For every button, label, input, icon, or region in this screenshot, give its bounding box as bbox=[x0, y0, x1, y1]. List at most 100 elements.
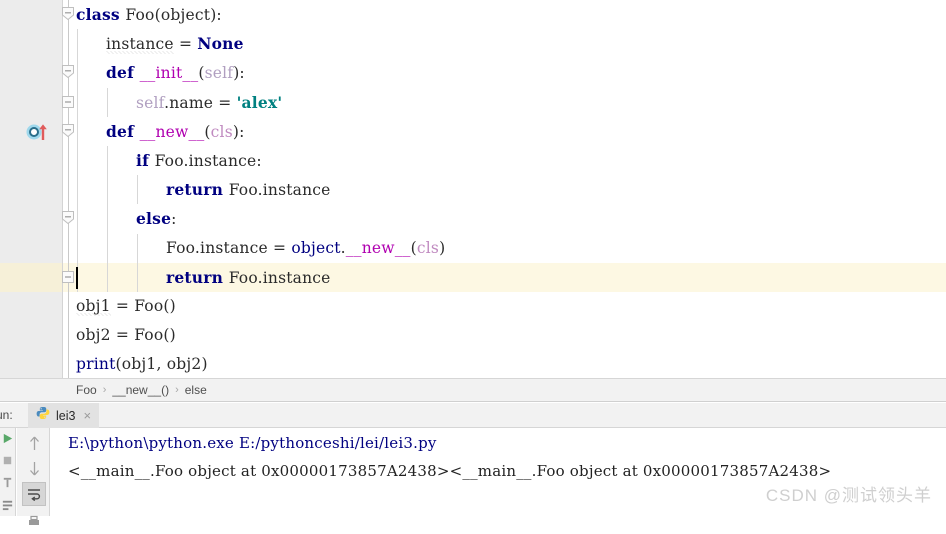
code-text[interactable]: return Foo.instance bbox=[166, 175, 331, 205]
editor-gutter[interactable] bbox=[0, 292, 62, 321]
code-text[interactable]: else: bbox=[136, 204, 177, 234]
code-token: () bbox=[163, 297, 176, 315]
code-line[interactable]: 78instance = None bbox=[0, 29, 946, 58]
soft-wrap-button[interactable] bbox=[22, 482, 46, 506]
code-token: instance bbox=[263, 269, 331, 287]
code-fold-toggle-icon[interactable] bbox=[61, 6, 77, 21]
scroll-up-button[interactable] bbox=[22, 431, 46, 455]
stop-icon[interactable] bbox=[1, 454, 15, 468]
console-toolbar bbox=[17, 428, 50, 516]
indent-guide bbox=[107, 88, 108, 117]
code-token: class bbox=[76, 5, 125, 24]
breadcrumb[interactable]: Foo›__new__()›else bbox=[0, 378, 946, 402]
scroll-down-button[interactable] bbox=[22, 456, 46, 480]
code-token: object bbox=[291, 239, 340, 257]
code-text[interactable]: return Foo.instance bbox=[166, 263, 331, 293]
code-line[interactable]: 85Foo.instance = object.__new__(cls) bbox=[0, 234, 946, 263]
fold-rail bbox=[68, 234, 69, 263]
code-token: instance bbox=[200, 239, 268, 257]
code-token: self bbox=[205, 64, 234, 82]
code-token: () bbox=[163, 326, 176, 344]
editor-gutter[interactable] bbox=[0, 350, 62, 378]
breadcrumb-item[interactable]: Foo bbox=[76, 383, 97, 397]
code-line[interactable]: 79def __init__(self): bbox=[0, 58, 946, 87]
code-line[interactable]: 88obj2 = Foo() bbox=[0, 321, 946, 350]
code-text[interactable]: instance = None bbox=[106, 29, 244, 59]
indent-guide bbox=[77, 29, 78, 58]
editor-gutter[interactable] bbox=[0, 234, 62, 263]
code-fold-toggle-icon[interactable] bbox=[61, 64, 77, 79]
editor-gutter[interactable] bbox=[0, 58, 62, 87]
code-text[interactable]: self.name = 'alex' bbox=[136, 88, 282, 118]
editor-gutter[interactable] bbox=[0, 0, 62, 29]
code-token: instance bbox=[263, 181, 331, 199]
code-token: : bbox=[171, 210, 176, 228]
indent-guide bbox=[77, 58, 78, 87]
breadcrumb-item[interactable]: __new__() bbox=[112, 383, 169, 397]
close-icon[interactable]: × bbox=[83, 409, 91, 422]
code-line[interactable]: 80self.name = 'alex' bbox=[0, 88, 946, 117]
code-token: ) bbox=[202, 355, 208, 373]
editor-gutter[interactable] bbox=[0, 29, 62, 58]
editor-gutter[interactable] bbox=[0, 263, 62, 292]
gutter-divider bbox=[62, 234, 63, 263]
code-token: def bbox=[106, 63, 140, 82]
code-text[interactable]: obj2 = Foo() bbox=[76, 321, 176, 350]
indent-guide bbox=[137, 263, 138, 292]
code-line[interactable]: 82if Foo.instance: bbox=[0, 146, 946, 175]
code-line[interactable]: 84else: bbox=[0, 204, 946, 233]
console-line: <__main__.Foo object at 0x00000173857A24… bbox=[68, 462, 831, 480]
indent-guide bbox=[137, 175, 138, 204]
breadcrumb-item[interactable]: else bbox=[185, 383, 207, 397]
fold-rail bbox=[68, 321, 69, 350]
settings-icon[interactable] bbox=[1, 498, 15, 512]
code-text[interactable]: obj1 = Foo() bbox=[76, 292, 176, 321]
code-line[interactable]: 89print(obj1, obj2) bbox=[0, 350, 946, 378]
indent-guide bbox=[107, 234, 108, 263]
code-text[interactable]: def __new__(cls): bbox=[106, 117, 245, 147]
code-fold-toggle-icon[interactable] bbox=[61, 95, 77, 110]
code-token: cls bbox=[417, 239, 439, 257]
editor-gutter[interactable] bbox=[0, 321, 62, 350]
code-token: instance bbox=[106, 35, 174, 54]
code-text[interactable]: Foo.instance = object.__new__(cls) bbox=[166, 234, 445, 263]
print-button[interactable] bbox=[22, 510, 46, 534]
editor-gutter[interactable] bbox=[0, 175, 62, 204]
gutter-divider bbox=[62, 29, 63, 58]
code-token: ) bbox=[439, 239, 445, 257]
code-line[interactable]: 77class Foo(object): bbox=[0, 0, 946, 29]
code-text[interactable]: print(obj1, obj2) bbox=[76, 350, 208, 378]
editor-gutter[interactable] bbox=[0, 204, 62, 233]
code-line[interactable]: 81def __new__(cls): bbox=[0, 117, 946, 146]
fold-rail bbox=[68, 175, 69, 204]
indent-guide bbox=[77, 175, 78, 204]
editor-gutter[interactable] bbox=[0, 88, 62, 117]
code-token: return bbox=[166, 180, 229, 199]
rerun-icon[interactable] bbox=[1, 432, 15, 446]
code-token: __new__ bbox=[346, 239, 411, 257]
code-token: Foo bbox=[134, 326, 163, 344]
indent-guide bbox=[77, 117, 78, 146]
code-text[interactable]: if Foo.instance: bbox=[136, 146, 262, 176]
code-text[interactable]: class Foo(object): bbox=[76, 0, 222, 30]
code-fold-toggle-icon[interactable] bbox=[61, 123, 77, 138]
code-text[interactable]: def __init__(self): bbox=[106, 58, 245, 88]
code-line[interactable]: 86return Foo.instance bbox=[0, 263, 946, 292]
code-editor[interactable]: 77class Foo(object):78instance = None79d… bbox=[0, 0, 946, 378]
override-method-icon[interactable] bbox=[26, 122, 52, 152]
code-token: = bbox=[174, 35, 197, 53]
code-token: object bbox=[161, 6, 210, 24]
indent-guide bbox=[77, 204, 78, 233]
run-config-tab-lei3[interactable]: lei3 × bbox=[28, 403, 99, 428]
code-token: : bbox=[256, 152, 261, 170]
code-token: obj2 bbox=[167, 355, 202, 373]
code-token: = bbox=[111, 326, 134, 344]
code-line[interactable]: 87obj1 = Foo() bbox=[0, 292, 946, 321]
code-token: obj2 bbox=[76, 326, 111, 344]
code-fold-toggle-icon[interactable] bbox=[61, 270, 77, 285]
fold-rail bbox=[68, 29, 69, 58]
code-fold-toggle-icon[interactable] bbox=[61, 210, 77, 225]
code-line[interactable]: 83return Foo.instance bbox=[0, 175, 946, 204]
pin-icon[interactable] bbox=[1, 476, 15, 490]
code-token: Foo bbox=[155, 152, 184, 170]
